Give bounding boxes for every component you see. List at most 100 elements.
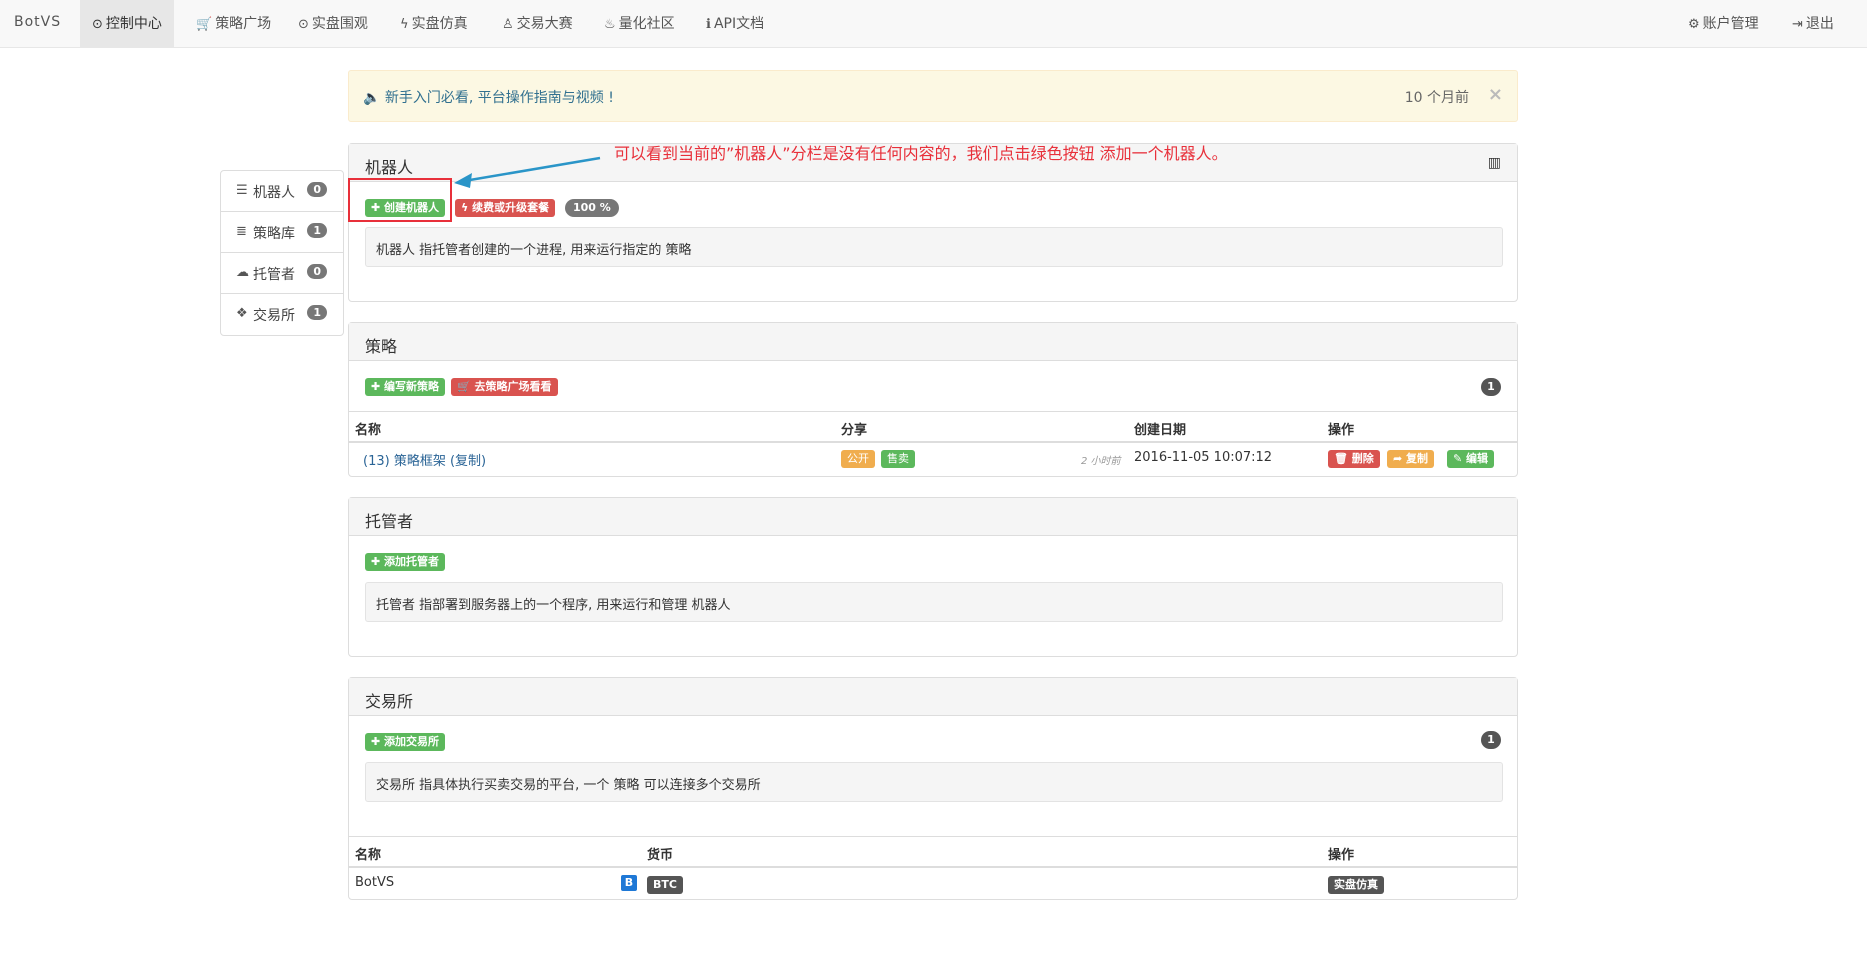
delete-button[interactable]: 🗑 删除 <box>1328 450 1380 468</box>
quota-percent-badge: 100 % <box>565 199 619 217</box>
nav-label: 策略广场 <box>215 16 272 32</box>
copy-button[interactable]: ➦ 复制 <box>1387 450 1435 468</box>
edit-button[interactable]: ✎ 编辑 <box>1447 450 1495 468</box>
panel-title: 机器人 <box>365 158 414 177</box>
nav-label: API文档 <box>713 16 765 32</box>
eye-icon: ⊙ <box>298 17 309 32</box>
side-item-exchanges[interactable]: ❖ 交易所 1 <box>221 294 343 335</box>
strategies-panel: 策略 ✚ 编写新策略 🛒 去策略广场看看 1 名称 分享 创建日期 操作 (13… <box>348 322 1518 477</box>
dashboard-icon: ⊙ <box>92 17 103 32</box>
nav-label: 实盘围观 <box>311 16 368 32</box>
add-exchange-button[interactable]: ✚ 添加交易所 <box>365 733 446 751</box>
side-item-label: 交易所 <box>253 308 295 324</box>
count-badge: 1 <box>307 305 327 320</box>
robots-panel: 机器人 ▥ ✚ 创建机器人 ϟ 续费或升级套餐 100 % 机器人 指托管者创建… <box>348 143 1518 302</box>
col-header-currency: 货币 <box>647 848 674 863</box>
nav-item-strategy-square[interactable]: 🛒 策略广场 <box>184 0 283 48</box>
strategy-name-link[interactable]: (13) 策略框架 (复制) <box>363 450 486 469</box>
divider <box>349 411 1517 412</box>
strategy-count-badge: 1 <box>1481 378 1501 396</box>
side-item-strategies[interactable]: ≣ 策略库 1 <box>221 212 343 253</box>
exchanges-description: 交易所 指具体执行买卖交易的平台, 一个 策略 可以连接多个交易所 <box>365 762 1503 802</box>
side-item-label: 策略库 <box>253 226 295 242</box>
trophy-icon: ♙ <box>502 17 514 32</box>
top-navbar: BotVS ⊙ 控制中心 🛒 策略广场 ⊙ 实盘围观 ϟ 实盘仿真 ♙ 交易大赛 ♨ 量化社… <box>0 0 1867 48</box>
bar-chart-icon[interactable]: ▥ <box>1488 155 1501 171</box>
logout-icon: ⇥ <box>1792 17 1803 32</box>
col-header-name: 名称 <box>355 848 382 863</box>
panel-title: 策略 <box>365 337 398 356</box>
panel-title: 交易所 <box>365 692 414 711</box>
new-strategy-button[interactable]: ✚ 编写新策略 <box>365 378 446 396</box>
exchange-logo-icon: B <box>621 875 637 891</box>
col-header-actions: 操作 <box>1328 423 1355 438</box>
add-host-button[interactable]: ✚ 添加托管者 <box>365 553 446 571</box>
side-item-label: 机器人 <box>253 185 295 201</box>
relative-time: 2 小时前 <box>1081 456 1121 467</box>
gear-icon: ⚙ <box>1688 17 1700 32</box>
nav-label: 交易大赛 <box>516 16 573 32</box>
exchange-name: BotVS <box>355 875 395 890</box>
count-badge: 0 <box>307 264 327 279</box>
cloud-icon: ☁ <box>236 265 249 280</box>
currency-badge: BTC <box>647 876 683 894</box>
side-menu: ☰ 机器人 0 ≣ 策略库 1 ☁ 托管者 0 ❖ 交易所 1 <box>220 170 344 336</box>
nav-item-logout[interactable]: ⇥ 退出 <box>1780 0 1846 48</box>
col-header-share: 分享 <box>841 423 868 438</box>
info-icon: ℹ <box>706 17 711 32</box>
alert-time: 10 个月前 <box>1404 90 1469 106</box>
description-text: 交易所 指具体执行买卖交易的平台, 一个 策略 可以连接多个交易所 <box>376 778 761 793</box>
nav-label: 退出 <box>1805 16 1834 32</box>
exchange-icon: ❖ <box>236 306 248 321</box>
hosts-description: 托管者 指部署到服务器上的一个程序, 用来运行和管理 机器人 <box>365 582 1503 622</box>
nav-item-community[interactable]: ♨ 量化社区 <box>592 0 687 48</box>
divider <box>349 836 1517 837</box>
hosts-panel: 托管者 ✚ 添加托管者 托管者 指部署到服务器上的一个程序, 用来运行和管理 机… <box>348 497 1518 657</box>
brand-logo[interactable]: BotVS <box>14 14 61 30</box>
created-date: 2016-11-05 10:07:12 <box>1134 450 1273 465</box>
col-header-name: 名称 <box>355 423 382 438</box>
robots-description: 机器人 指托管者创建的一个进程, 用来运行指定的 策略 <box>365 227 1503 267</box>
nav-item-live-watch[interactable]: ⊙ 实盘围观 <box>286 0 380 48</box>
col-header-created: 创建日期 <box>1134 423 1187 438</box>
description-text: 托管者 指部署到服务器上的一个程序, 用来运行和管理 机器人 <box>376 598 731 613</box>
panel-heading: 托管者 <box>349 498 1517 536</box>
side-item-label: 托管者 <box>253 267 295 283</box>
nav-item-dashboard[interactable]: ⊙ 控制中心 <box>80 0 174 48</box>
nav-label: 实盘仿真 <box>411 16 468 32</box>
side-item-robots[interactable]: ☰ 机器人 0 <box>221 171 343 212</box>
side-item-hosts[interactable]: ☁ 托管者 0 <box>221 253 343 294</box>
annotation-highlight-box <box>348 178 452 222</box>
exchange-count-badge: 1 <box>1481 731 1501 749</box>
announcement-alert: 🔈 新手入门必看, 平台操作指南与视频 ! 10 个月前 × <box>348 70 1518 122</box>
cart-icon: 🛒 <box>196 17 213 32</box>
flash-icon: ϟ <box>400 17 409 32</box>
panel-heading: 交易所 <box>349 678 1517 716</box>
close-icon[interactable]: × <box>1488 84 1503 105</box>
col-header-actions: 操作 <box>1328 848 1355 863</box>
nav-item-contest[interactable]: ♙ 交易大赛 <box>490 0 585 48</box>
nav-label: 量化社区 <box>618 16 675 32</box>
panel-title: 托管者 <box>365 512 414 531</box>
divider <box>349 866 1517 868</box>
count-badge: 1 <box>307 223 327 238</box>
nav-item-api-docs[interactable]: ℹ API文档 <box>694 0 776 48</box>
robot-icon: ☰ <box>236 183 248 198</box>
alert-message-link[interactable]: 🔈 新手入门必看, 平台操作指南与视频 ! <box>363 87 614 107</box>
nav-item-account[interactable]: ⚙ 账户管理 <box>1676 0 1771 48</box>
nav-item-simulation[interactable]: ϟ 实盘仿真 <box>388 0 480 48</box>
nav-label: 账户管理 <box>1702 16 1759 32</box>
description-text: 机器人 指托管者创建的一个进程, 用来运行指定的 策略 <box>376 243 692 258</box>
exchanges-panel: 交易所 ✚ 添加交易所 1 交易所 指具体执行买卖交易的平台, 一个 策略 可以… <box>348 677 1518 900</box>
sale-tag: 售卖 <box>881 450 915 468</box>
divider <box>349 441 1517 443</box>
simulation-label: 实盘仿真 <box>1328 876 1384 894</box>
annotation-text: 可以看到当前的”机器人”分栏是没有任何内容的，我们点击绿色按钮 添加一个机器人。 <box>614 144 1228 163</box>
nav-label: 控制中心 <box>105 16 162 32</box>
fire-icon: ♨ <box>604 17 616 32</box>
go-strategy-square-button[interactable]: 🛒 去策略广场看看 <box>451 378 558 396</box>
count-badge: 0 <box>307 182 327 197</box>
database-icon: ≣ <box>236 224 247 239</box>
renew-upgrade-button[interactable]: ϟ 续费或升级套餐 <box>455 199 556 217</box>
panel-heading: 策略 <box>349 323 1517 361</box>
